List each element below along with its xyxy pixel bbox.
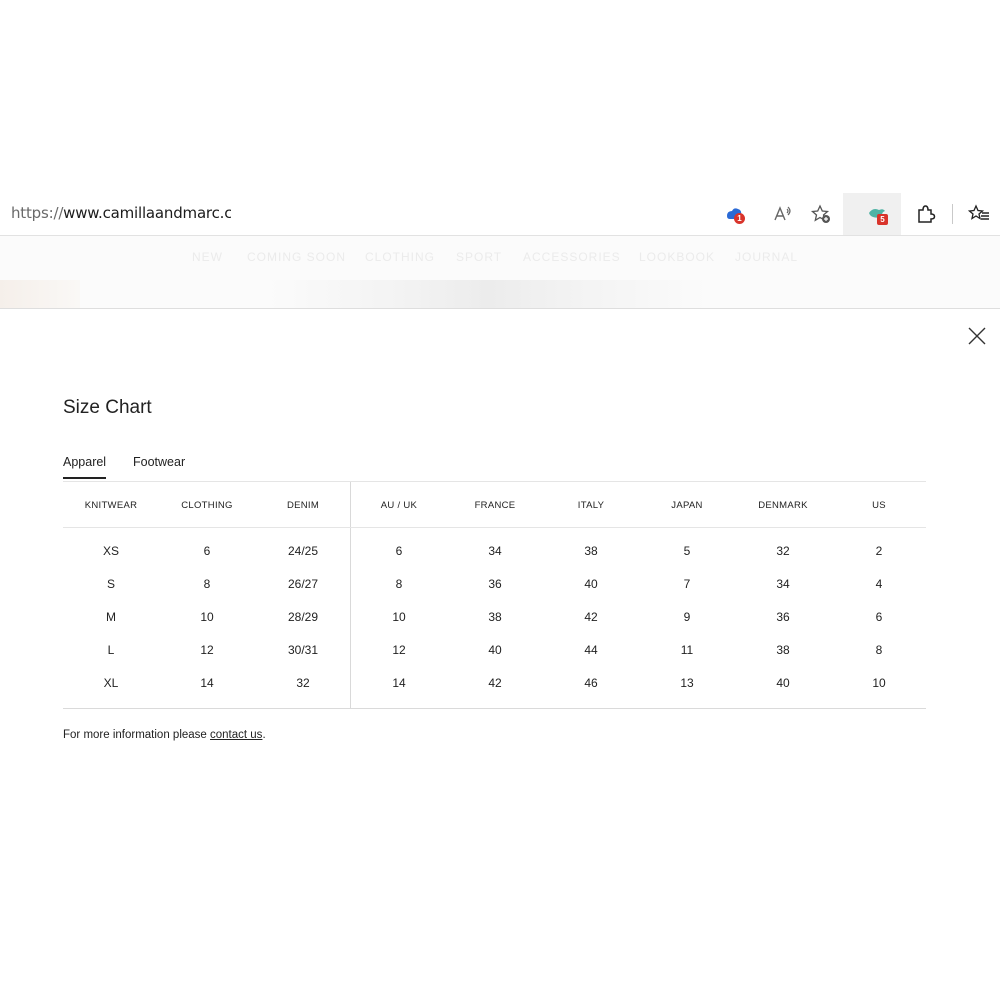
- nav-sport[interactable]: SPORT: [456, 250, 502, 264]
- badge-count: 1: [734, 213, 745, 224]
- table-cell: XS: [102, 544, 119, 558]
- table-cell: 42: [488, 676, 502, 690]
- table-cell: 42: [584, 610, 598, 624]
- nav-new[interactable]: NEW: [192, 250, 223, 264]
- table-cell: 4: [875, 577, 883, 591]
- read-aloud-icon[interactable]: [769, 201, 795, 227]
- table-cell: 10: [200, 610, 214, 624]
- tab-footwear[interactable]: Footwear: [133, 455, 185, 477]
- table-cell: 46: [584, 676, 598, 690]
- table-cell: 28/29: [287, 610, 319, 624]
- table-cell: 14: [200, 676, 214, 690]
- table-cell: 7: [683, 577, 691, 591]
- column-header: DENIM: [286, 500, 320, 511]
- site-navigation: NEW COMING SOON CLOTHING SPORT ACCESSORI…: [0, 236, 1000, 309]
- footnote-text: For more information please: [63, 729, 211, 741]
- modal-title: Size Chart: [63, 397, 152, 418]
- extensions-puzzle-icon[interactable]: [912, 201, 938, 227]
- table-cell: 24/25: [287, 544, 319, 558]
- table-cell: 26/27: [287, 577, 319, 591]
- table-cell: 34: [488, 544, 502, 558]
- close-button[interactable]: [965, 324, 989, 348]
- size-table: KNITWEAR CLOTHING DENIM AU / UK FRANCE ITALY J…: [63, 482, 926, 709]
- table-cell: 10: [392, 610, 406, 624]
- table-cell: S: [106, 577, 115, 591]
- table-cell: 9: [683, 610, 691, 624]
- column-header: AU / UK: [380, 500, 418, 511]
- table-cell: 32: [776, 544, 790, 558]
- nav-coming-soon[interactable]: COMING SOON: [247, 250, 346, 264]
- hero-image-center: [268, 280, 708, 308]
- table-cell: 40: [488, 643, 502, 657]
- table-cell: 40: [584, 577, 598, 591]
- column-header: JAPAN: [671, 500, 703, 511]
- table-cell: 10: [872, 676, 886, 690]
- table-cell: 6: [203, 544, 211, 558]
- column-header: US: [872, 500, 886, 511]
- add-favorite-icon[interactable]: [808, 201, 834, 227]
- table-cell: 40: [776, 676, 790, 690]
- table-cell: 6: [395, 544, 403, 558]
- tab-apparel[interactable]: Apparel: [63, 455, 107, 479]
- column-header: CLOTHING: [181, 500, 233, 511]
- table-cell: L: [107, 643, 115, 657]
- table-cell: 6: [875, 610, 883, 624]
- badge-count: 5: [877, 214, 888, 225]
- close-icon: [968, 327, 986, 345]
- favorites-icon[interactable]: [966, 201, 992, 227]
- table-cell: XL: [103, 676, 119, 690]
- url-host: www.camillaandmarc.com: [63, 204, 231, 222]
- header-divider: [63, 527, 926, 528]
- contact-us-link[interactable]: contact us: [210, 729, 262, 741]
- table-cell: 11: [680, 643, 694, 657]
- nav-journal[interactable]: JOURNAL: [735, 250, 798, 264]
- url-scheme: https://: [11, 204, 64, 222]
- column-header: ITALY: [577, 500, 605, 511]
- address-bar[interactable]: https://www.camillaandmarc.com: [11, 204, 231, 224]
- table-cell: 44: [584, 643, 598, 657]
- cloud-shield-icon[interactable]: 1: [721, 201, 747, 227]
- table-cell: 8: [395, 577, 403, 591]
- column-divider: [350, 482, 351, 708]
- column-header: DENMARK: [758, 500, 808, 511]
- table-cell: M: [106, 610, 116, 624]
- table-cell: 32: [296, 676, 310, 690]
- table-cell: 8: [875, 643, 883, 657]
- table-cell: 30/31: [287, 643, 319, 657]
- table-cell: 12: [200, 643, 214, 657]
- footnote: For more information please contact us.: [63, 729, 266, 741]
- column-header: FRANCE: [474, 500, 516, 511]
- table-cell: 2: [875, 544, 883, 558]
- table-cell: 12: [392, 643, 406, 657]
- table-cell: 36: [776, 610, 790, 624]
- nav-accessories[interactable]: ACCESSORIES: [523, 250, 621, 264]
- table-cell: 36: [488, 577, 502, 591]
- table-cell: 34: [776, 577, 790, 591]
- table-cell: 8: [203, 577, 211, 591]
- table-cell: 13: [680, 676, 694, 690]
- footnote-period: .: [262, 729, 266, 741]
- table-cell: 38: [488, 610, 502, 624]
- column-header: KNITWEAR: [84, 500, 138, 511]
- browser-toolbar: https://www.camillaandmarc.com 1 5: [0, 193, 1000, 236]
- table-cell: 5: [683, 544, 691, 558]
- nav-lookbook[interactable]: LOOKBOOK: [639, 250, 715, 264]
- hero-image-left: [0, 280, 80, 308]
- table-cell: 38: [776, 643, 790, 657]
- table-cell: 14: [392, 676, 406, 690]
- toolbar-separator: [952, 204, 953, 224]
- table-cell: 38: [584, 544, 598, 558]
- extension-bird-icon[interactable]: 5: [864, 201, 890, 227]
- nav-clothing[interactable]: CLOTHING: [365, 250, 435, 264]
